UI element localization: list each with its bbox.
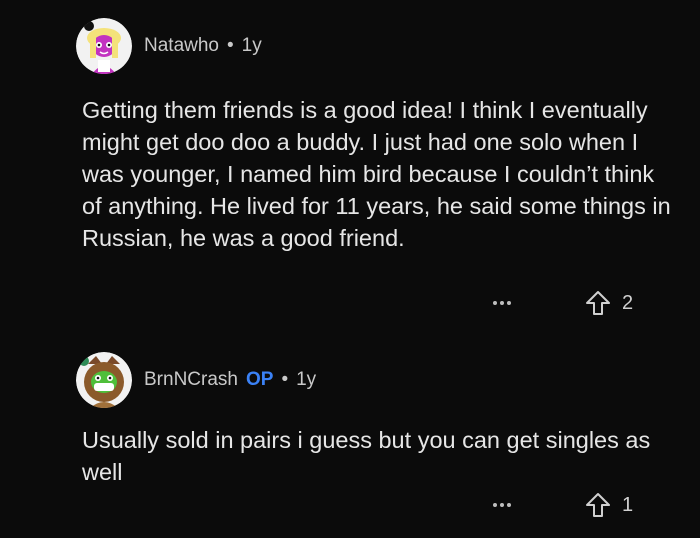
comment-header: BrnNCrash OP • 1y [76,352,316,408]
comment-age: 1y [241,35,262,56]
comment-text: Getting them friends is a good idea! I t… [82,97,671,251]
user-avatar[interactable] [76,18,132,74]
user-avatar[interactable] [76,352,132,408]
username[interactable]: Natawho [144,35,219,57]
upvote-count: 2 [622,291,634,314]
upvote-control: 1 [584,490,633,520]
separator-dot: • [227,35,234,56]
upvote-control: 2 [584,288,633,318]
frog-owl-avatar-icon [76,352,132,408]
upvote-arrow-icon[interactable] [584,289,612,317]
comment-actions: 1 [0,490,700,520]
pink-character-avatar-icon [76,18,132,74]
separator-dot: • [281,369,289,390]
username[interactable]: BrnNCrash [144,369,238,391]
comment-text: Usually sold in pairs i guess but you ca… [82,427,651,485]
comment-header: Natawho • 1y [76,18,262,74]
comment-actions: 2 [0,288,700,318]
more-options-icon[interactable] [488,288,516,318]
upvote-count: 1 [622,493,634,516]
op-badge: OP [245,369,274,390]
more-options-icon[interactable] [488,490,516,520]
upvote-arrow-icon[interactable] [584,491,612,519]
comment-age: 1y [296,369,317,390]
